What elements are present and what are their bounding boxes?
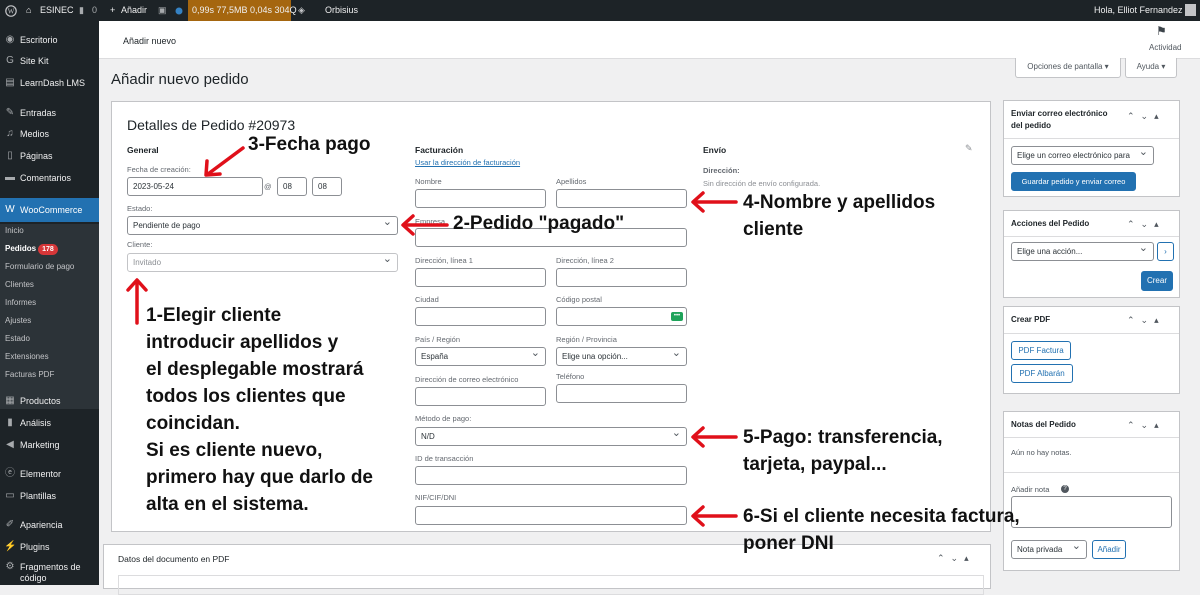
arrow-to-nif xyxy=(691,505,738,527)
annotation-nif: 6-Si el cliente necesita factura, poner … xyxy=(743,506,1020,554)
annotation-payment: 5-Pago: transferencia, tarjeta, paypal..… xyxy=(743,427,943,475)
arrow-to-name xyxy=(691,191,738,213)
annotation-status: 2-Pedido "pagado" xyxy=(453,213,625,234)
arrow-to-customer xyxy=(126,278,148,325)
annotation-customer: 1-Elegir cliente introducir apellidos y … xyxy=(146,305,373,515)
annotation-date: 3-Fecha pago xyxy=(248,134,371,155)
arrow-to-date xyxy=(204,146,245,177)
arrow-to-payment xyxy=(691,426,738,448)
arrow-to-status xyxy=(401,214,449,236)
annotation-name: 4-Nombre y apellidos cliente xyxy=(743,192,936,240)
